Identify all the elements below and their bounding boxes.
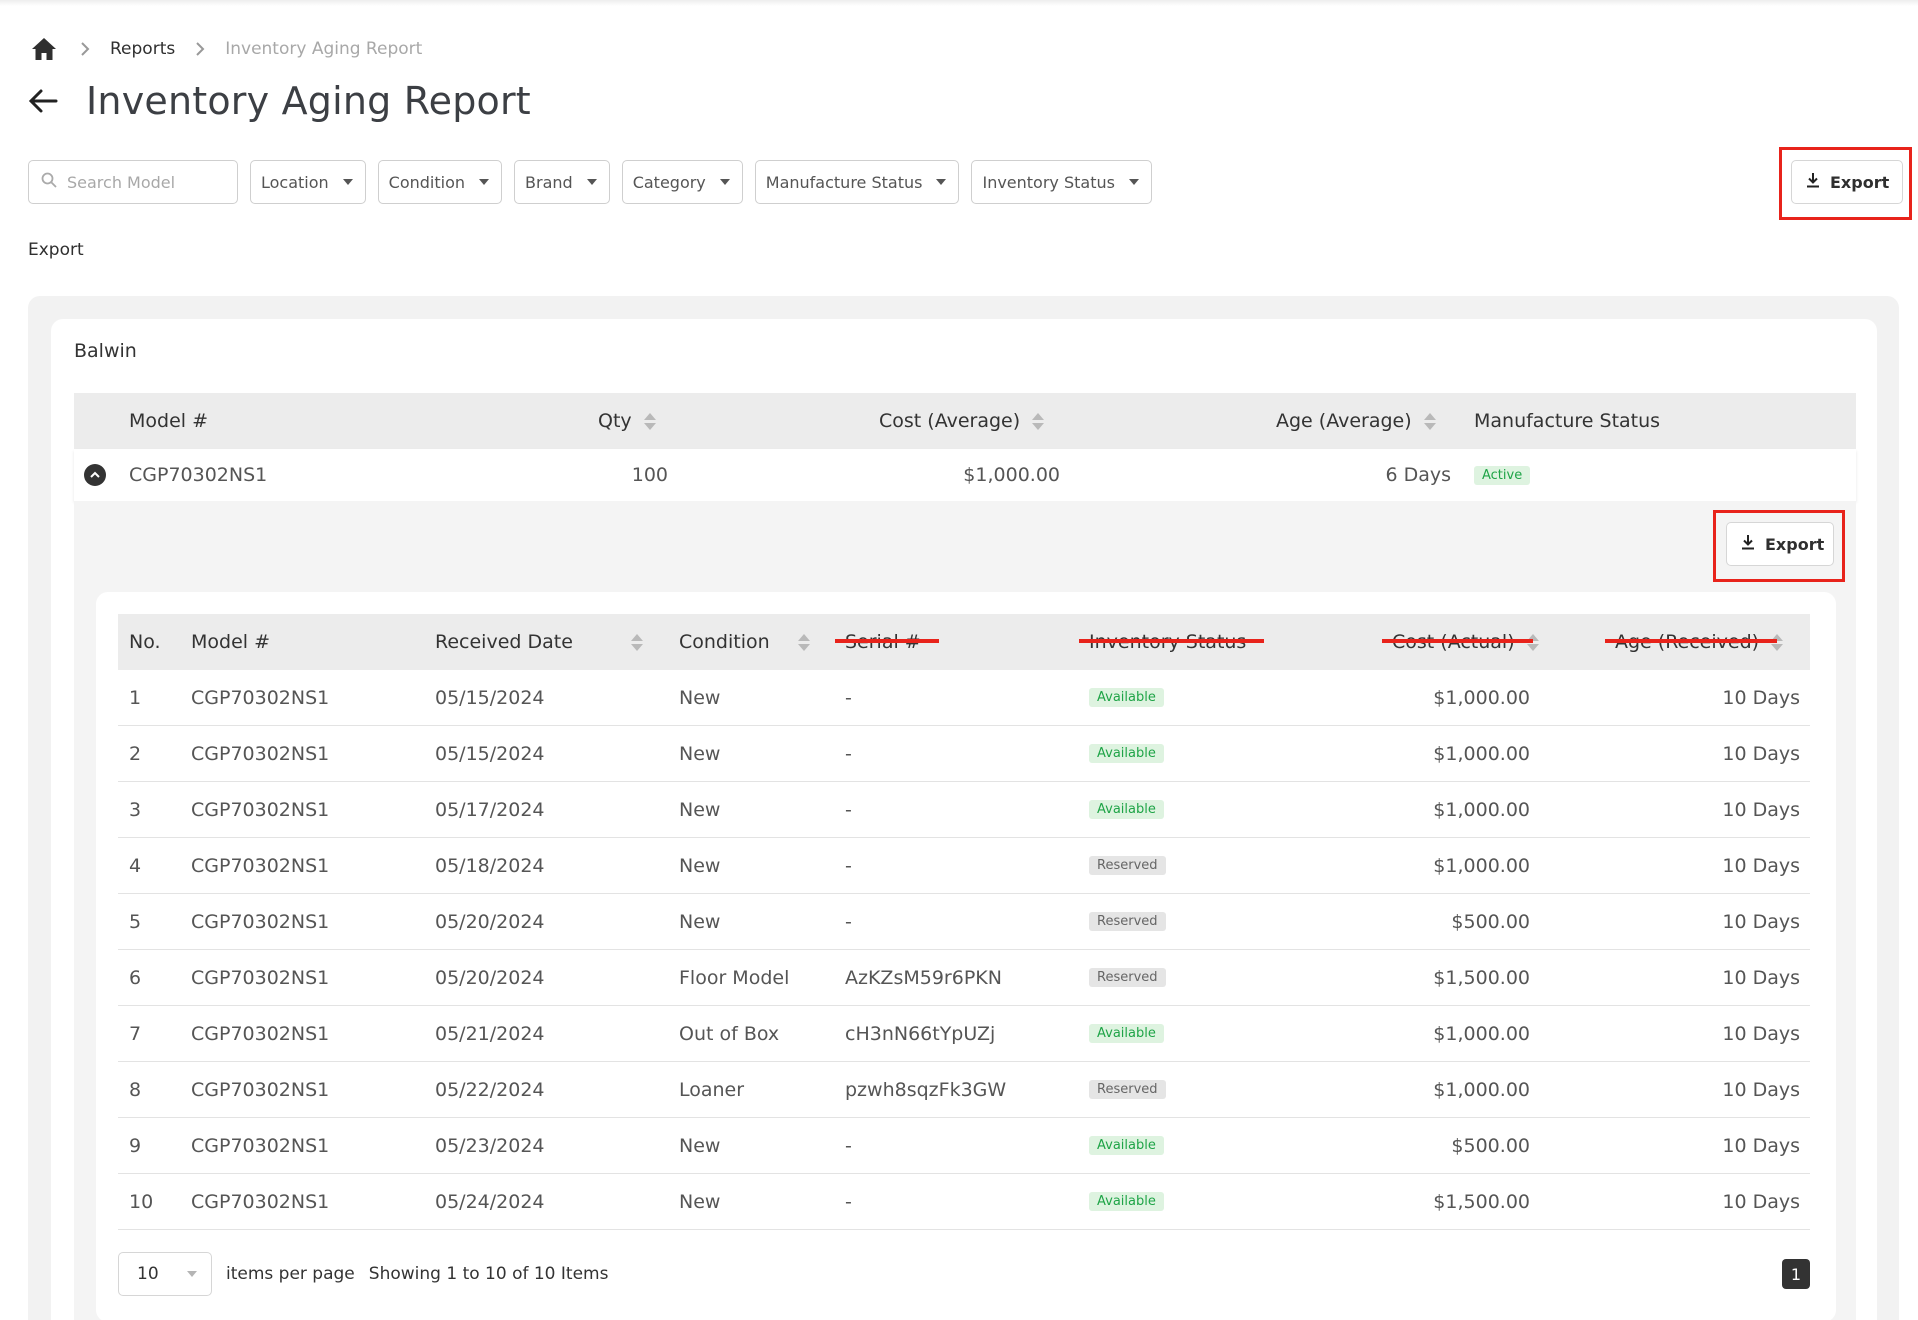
search-icon xyxy=(41,172,57,192)
table-row[interactable]: 6 CGP70302NS1 05/20/2024 Floor Model AzKZsM5… xyxy=(118,950,1810,1006)
table-footer: 10 items per page Showing 1 to 10 of 10 … xyxy=(118,1252,1810,1296)
brand-dropdown[interactable]: Brand xyxy=(514,160,610,204)
cell-age-received: 10 Days xyxy=(1722,1022,1800,1045)
caret-down-icon xyxy=(936,179,947,185)
caret-down-icon xyxy=(586,179,597,185)
caret-down-icon xyxy=(1128,179,1139,185)
col-cost-actual[interactable]: Cost (Actual) xyxy=(1382,614,1539,670)
location-dropdown[interactable]: Location xyxy=(250,160,366,204)
col-no: No. xyxy=(129,631,161,653)
manufacture-status-dropdown-label: Manufacture Status xyxy=(765,172,923,192)
status-badge: Active xyxy=(1474,465,1531,485)
table-row[interactable]: 8 CGP70302NS1 05/22/2024 Loaner pzwh8sqzFk3G… xyxy=(118,1062,1810,1118)
per-page-label: items per page xyxy=(226,1264,355,1284)
brand-dropdown-label: Brand xyxy=(525,172,573,192)
sort-icon[interactable] xyxy=(643,412,656,430)
cell-age-received: 10 Days xyxy=(1722,1134,1800,1157)
top-shadow xyxy=(0,0,1918,6)
breadcrumb-reports[interactable]: Reports xyxy=(110,39,175,59)
group-name: Balwin xyxy=(74,340,137,362)
summary-table-header: Model # Qty Cost (Average) Age (Average)… xyxy=(74,393,1856,449)
col-received-date[interactable]: Received Date xyxy=(435,614,643,670)
filter-bar: Location Condition Brand Category Manufa… xyxy=(28,160,1152,204)
page-title: Inventory Aging Report xyxy=(86,79,531,123)
cell-age-received: 10 Days xyxy=(1722,742,1800,765)
chevron-right-icon xyxy=(195,41,205,57)
table-row[interactable]: 5 CGP70302NS1 05/20/2024 New - Reserved $500.0… xyxy=(118,894,1810,950)
col-cost-average[interactable]: Cost (Average) xyxy=(879,393,1045,449)
table-row[interactable]: 2 CGP70302NS1 05/15/2024 New - Available $1,00… xyxy=(118,726,1810,782)
download-icon xyxy=(1806,172,1820,192)
cell-age-received: 10 Days xyxy=(1722,1190,1800,1213)
cell-age-received: 10 Days xyxy=(1722,798,1800,821)
sort-icon[interactable] xyxy=(1423,412,1436,430)
export-button-label: Export xyxy=(1830,172,1890,192)
cell-age-received: 10 Days xyxy=(1722,854,1800,877)
export-text-label[interactable]: Export xyxy=(28,240,84,260)
category-dropdown[interactable]: Category xyxy=(621,160,743,204)
detail-export-button[interactable]: Export xyxy=(1726,522,1834,566)
col-serial: Serial # xyxy=(835,631,939,653)
col-qty[interactable]: Qty xyxy=(598,393,656,449)
summary-row[interactable]: CGP70302NS1 100 $1,000.00 6 Days Active xyxy=(74,449,1856,501)
summary-age: 6 Days xyxy=(1385,464,1451,486)
per-page-select[interactable]: 10 xyxy=(118,1252,212,1296)
manufacture-status-dropdown[interactable]: Manufacture Status xyxy=(754,160,960,204)
back-arrow-icon[interactable] xyxy=(28,83,64,119)
detail-export-label: Export xyxy=(1765,534,1825,554)
search-box xyxy=(28,160,238,204)
sort-icon[interactable] xyxy=(797,633,810,651)
table-row[interactable]: 9 CGP70302NS1 05/23/2024 New - Available $500.… xyxy=(118,1118,1810,1174)
col-model: Model # xyxy=(191,631,271,653)
col-age-average[interactable]: Age (Average) xyxy=(1276,393,1436,449)
title-row: Inventory Aging Report xyxy=(28,76,531,126)
table-row[interactable]: 1 CGP70302NS1 05/15/2024 New - Available $1,00… xyxy=(118,670,1810,726)
breadcrumb: Reports Inventory Aging Report xyxy=(30,34,422,64)
export-button[interactable]: Export xyxy=(1791,160,1903,204)
caret-down-icon xyxy=(479,179,490,185)
caret-down-icon xyxy=(342,179,353,185)
location-dropdown-label: Location xyxy=(261,172,329,192)
sort-icon[interactable] xyxy=(1032,412,1045,430)
col-age-received[interactable]: Age (Received) xyxy=(1604,614,1784,670)
download-icon xyxy=(1741,534,1755,554)
search-model-input[interactable] xyxy=(67,172,217,192)
cell-age-received: 10 Days xyxy=(1722,686,1800,709)
detail-table-header: No. Model # Received Date Condition Seri… xyxy=(118,614,1810,670)
cell-age-received: 10 Days xyxy=(1722,910,1800,933)
condition-dropdown[interactable]: Condition xyxy=(377,160,503,204)
col-condition[interactable]: Condition xyxy=(679,614,810,670)
home-icon[interactable] xyxy=(30,34,60,64)
per-page-value: 10 xyxy=(137,1264,159,1284)
chevron-right-icon xyxy=(80,41,90,57)
caret-down-icon xyxy=(719,179,730,185)
inventory-status-dropdown-label: Inventory Status xyxy=(982,172,1115,192)
breadcrumb-current: Inventory Aging Report xyxy=(225,39,423,59)
table-row[interactable]: 4 CGP70302NS1 05/18/2024 New - Reserved $1,000… xyxy=(118,838,1810,894)
condition-dropdown-label: Condition xyxy=(388,172,466,192)
pagination-summary: Showing 1 to 10 of 10 Items xyxy=(368,1264,609,1284)
col-manufacture-status: Manufacture Status xyxy=(1474,410,1661,432)
cell-age-received: 10 Days xyxy=(1722,1078,1800,1101)
category-dropdown-label: Category xyxy=(632,172,706,192)
cell-age-received: 10 Days xyxy=(1722,966,1800,989)
caret-down-icon xyxy=(187,1271,197,1277)
col-model: Model # xyxy=(129,410,209,432)
col-inventory-status: Inventory Status xyxy=(1078,631,1265,653)
table-row[interactable]: 10 CGP70302NS1 05/24/2024 New - Available $1,5… xyxy=(118,1174,1810,1230)
table-row[interactable]: 7 CGP70302NS1 05/21/2024 Out of Box cH3nN66t… xyxy=(118,1006,1810,1062)
page-button-1[interactable]: 1 xyxy=(1782,1259,1810,1289)
table-row[interactable]: 3 CGP70302NS1 05/17/2024 New - Available $1,00… xyxy=(118,782,1810,838)
sort-icon[interactable] xyxy=(630,633,643,651)
inventory-status-dropdown[interactable]: Inventory Status xyxy=(971,160,1152,204)
